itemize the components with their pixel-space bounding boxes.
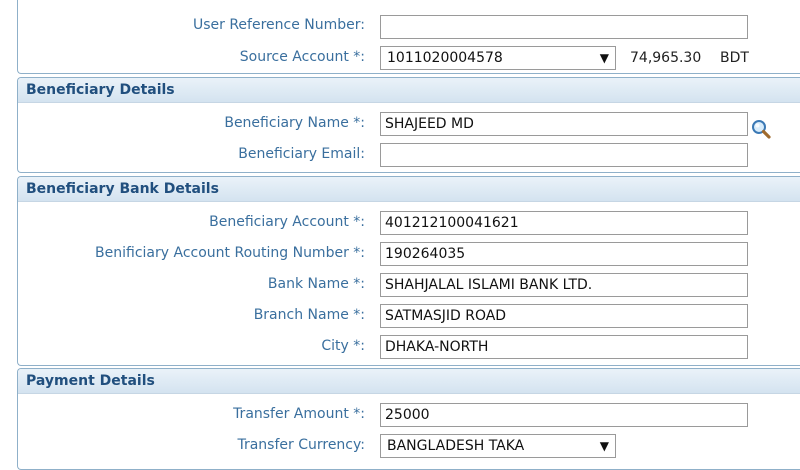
transfer-currency-value: BANGLADESH TAKA (387, 438, 525, 454)
branch-name-label: Branch Name *: (253, 307, 365, 323)
beneficiary-account-label: Beneficiary Account *: (209, 214, 365, 230)
chevron-down-icon: ▼ (599, 51, 609, 65)
magnifier-icon[interactable] (751, 119, 771, 139)
beneficiary-bank-details-header: Beneficiary Bank Details (18, 177, 800, 202)
branch-name-field[interactable]: SATMASJID ROAD (380, 304, 748, 328)
city-field[interactable]: DHAKA-NORTH (380, 335, 748, 359)
bank-name-field[interactable]: SHAHJALAL ISLAMI BANK LTD. (380, 273, 748, 297)
beneficiary-account-field[interactable]: 401212100041621 (380, 211, 748, 235)
beneficiary-details-header: Beneficiary Details (18, 78, 800, 103)
user-reference-label: User Reference Number: (192, 17, 365, 33)
transfer-currency-label: Transfer Currency: (237, 437, 365, 453)
balance-currency: BDT (720, 50, 749, 66)
beneficiary-bank-details-panel: Beneficiary Bank Details Beneficiary Acc… (17, 176, 800, 366)
transfer-currency-select[interactable]: BANGLADESH TAKA ▼ (380, 434, 616, 458)
payment-details-title: Payment Details (26, 373, 155, 389)
city-label: City *: (321, 338, 365, 354)
source-account-label: Source Account *: (239, 49, 365, 65)
beneficiary-name-field[interactable]: SHAJEED MD (380, 112, 748, 136)
beneficiary-details-panel: Beneficiary Details Beneficiary Name *: … (17, 77, 800, 173)
routing-number-label: Benificiary Account Routing Number *: (95, 245, 365, 261)
user-reference-field[interactable] (380, 15, 748, 39)
beneficiary-name-label: Beneficiary Name *: (224, 115, 365, 131)
source-account-select[interactable]: 1011020004578 ▼ (380, 46, 616, 70)
bank-name-label: Bank Name *: (267, 276, 365, 292)
payment-details-header: Payment Details (18, 369, 800, 394)
payment-details-panel: Payment Details Transfer Amount *: 25000… (17, 368, 800, 470)
transfer-amount-field[interactable]: 25000 (380, 403, 748, 427)
transfer-amount-label: Transfer Amount *: (233, 406, 365, 422)
source-account-value: 1011020004578 (387, 50, 503, 66)
beneficiary-bank-details-title: Beneficiary Bank Details (26, 181, 219, 197)
beneficiary-details-title: Beneficiary Details (26, 82, 175, 98)
routing-number-field[interactable]: 190264035 (380, 242, 748, 266)
beneficiary-email-label: Beneficiary Email: (238, 146, 365, 162)
available-balance: 74,965.30 (630, 50, 702, 66)
account-panel: User Reference Number: Source Account *:… (17, 0, 800, 74)
chevron-down-icon: ▼ (599, 439, 609, 453)
beneficiary-email-field[interactable] (380, 143, 748, 167)
